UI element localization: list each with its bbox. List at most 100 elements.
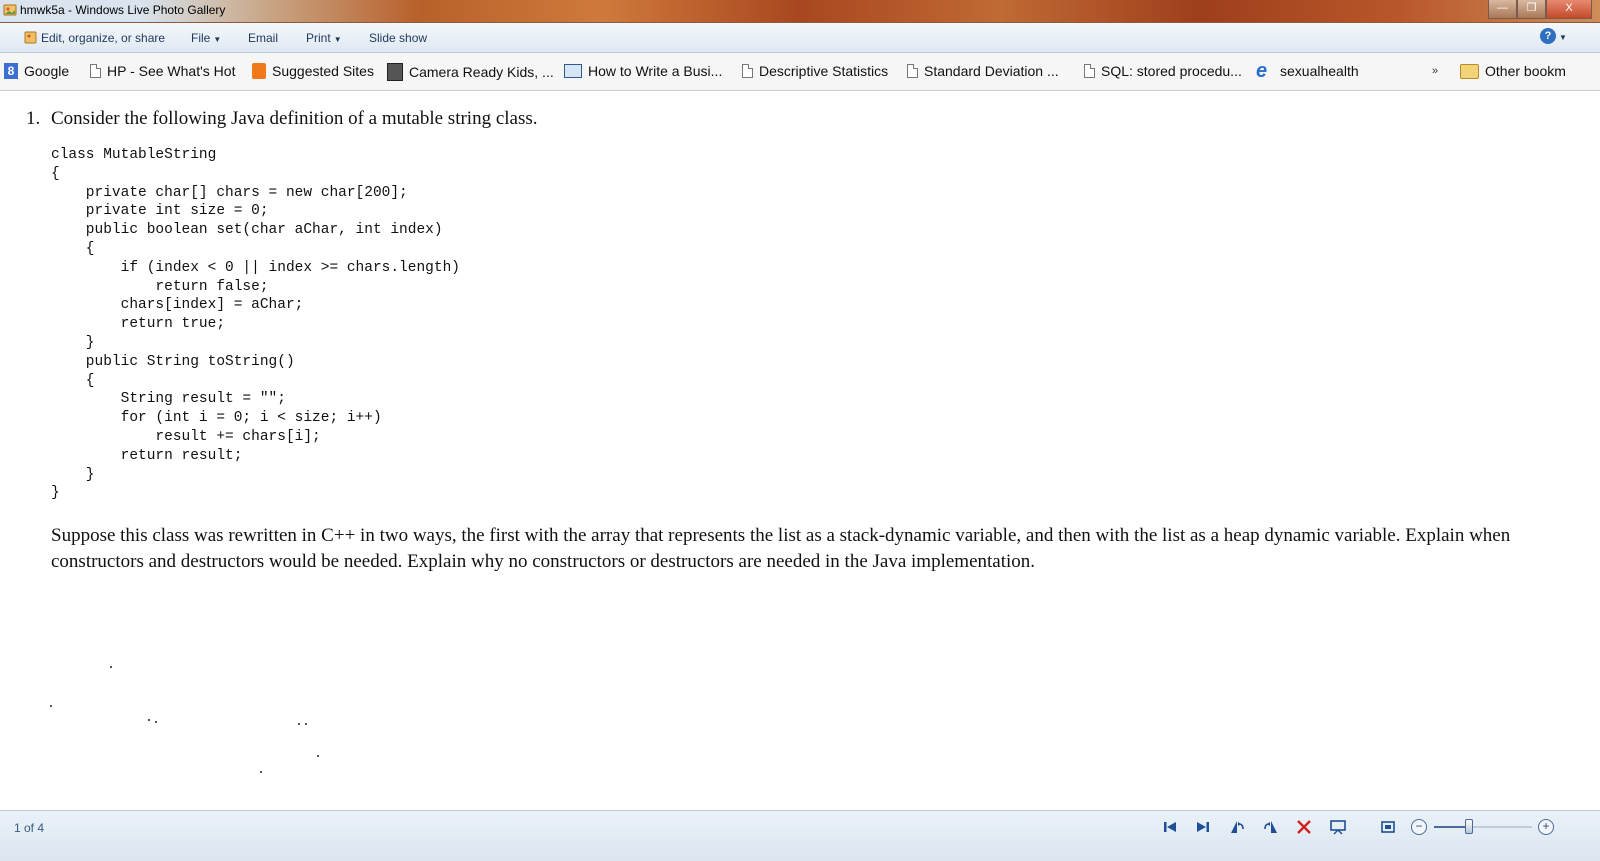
code-line: String result = ""; (51, 391, 286, 408)
question-paragraph: Suppose this class was rewritten in C++ … (51, 523, 1591, 575)
page-icon (742, 64, 753, 78)
command-bar: Edit, organize, or share File ▼ Email Pri… (0, 23, 1600, 53)
bookmark-label: Descriptive Statistics (759, 63, 889, 79)
bookmark-other-bookmarks[interactable]: Other bookm (1460, 63, 1566, 79)
bookmark-label: Standard Deviation ... (924, 63, 1059, 79)
code-line: } (51, 485, 60, 502)
slideshow-button[interactable]: Slide show (369, 31, 427, 45)
help-icon[interactable]: ? (1540, 28, 1556, 44)
rotate-clockwise-icon[interactable] (1262, 818, 1280, 836)
window-controls: — ❐ X (1488, 0, 1592, 19)
gallery-icon (24, 31, 37, 44)
chevron-down-icon[interactable]: ▼ (1559, 33, 1567, 42)
suggested-sites-icon (252, 63, 266, 79)
code-line: if (index < 0 || index >= chars.length) (51, 259, 460, 276)
file-menu[interactable]: File ▼ (191, 31, 221, 45)
next-icon[interactable] (1194, 818, 1212, 836)
bookmark-descriptive-statistics[interactable]: Descriptive Statistics (742, 63, 888, 79)
code-line: public boolean set(char aChar, int index… (51, 222, 443, 239)
page-icon (907, 64, 918, 78)
code-line: { (51, 240, 95, 257)
scan-speck (155, 721, 157, 723)
bookmark-label: Google (24, 63, 70, 79)
scan-speck (305, 723, 307, 725)
chevron-down-icon: ▼ (213, 35, 222, 44)
delete-icon[interactable] (1295, 818, 1313, 836)
page-count: 1 of 4 (14, 821, 45, 835)
page-icon (1084, 64, 1095, 78)
scan-speck (148, 719, 150, 721)
bookmarks-overflow-button[interactable]: » (1432, 65, 1438, 77)
edit-organize-share-label: Edit, organize, or share (41, 31, 166, 45)
close-button[interactable]: X (1546, 0, 1592, 19)
code-block: class MutableString { private char[] char… (51, 146, 460, 503)
bookmark-suggested-sites[interactable]: Suggested Sites (252, 63, 374, 79)
code-line: private int size = 0; (51, 203, 269, 220)
previous-icon[interactable] (1161, 818, 1179, 836)
maximize-button[interactable]: ❐ (1517, 0, 1546, 19)
code-line: { (51, 372, 95, 389)
bookmark-label: sexualhealth (1280, 63, 1359, 79)
bookmark-google[interactable]: 8 Google (4, 63, 69, 79)
zoom-slider[interactable] (1434, 819, 1532, 834)
photo-view: 1. Consider the following Java definitio… (0, 91, 1600, 810)
folder-icon (1460, 63, 1479, 79)
code-line: chars[index] = aChar; (51, 297, 304, 314)
zoom-slider-thumb[interactable] (1465, 819, 1473, 834)
code-line: return result; (51, 447, 243, 464)
bookmark-label: Suggested Sites (272, 63, 374, 79)
paragraph-line: Suppose this class was rewritten in C++ … (51, 525, 1511, 546)
zoom-in-button[interactable]: + (1538, 819, 1554, 835)
question-number: 1. (26, 108, 41, 129)
code-line: class MutableString (51, 147, 217, 163)
code-line: for (int i = 0; i < size; i++) (51, 410, 382, 427)
bookmark-hp[interactable]: HP - See What's Hot (90, 63, 235, 79)
file-menu-label: File (191, 31, 211, 45)
minimize-button[interactable]: — (1488, 0, 1517, 19)
code-line: { (51, 165, 60, 182)
bookmark-label: Camera Ready Kids, ... (409, 64, 554, 80)
code-line: private char[] chars = new char[200]; (51, 184, 408, 201)
question-text: Consider the following Java definition o… (51, 108, 538, 129)
code-line: return false; (51, 278, 269, 295)
actual-size-icon[interactable] (1379, 818, 1397, 836)
camera-icon (387, 63, 403, 81)
print-menu-label: Print (306, 31, 331, 45)
bookmark-sexualhealth[interactable]: e sexualhealth (1256, 60, 1359, 82)
status-bar: 1 of 4 − + (0, 810, 1600, 861)
page-icon (90, 64, 101, 78)
bookmark-label: SQL: stored procedu... (1101, 63, 1242, 79)
title-bar: hmwk5a - Windows Live Photo Gallery — ❐ … (0, 0, 1600, 23)
zoom-slider-fill (1434, 826, 1469, 828)
scan-speck (298, 723, 300, 725)
bookmark-label: HP - See What's Hot (107, 63, 236, 79)
code-line: return true; (51, 316, 226, 333)
code-line: } (51, 334, 95, 351)
email-button[interactable]: Email (248, 31, 278, 45)
bookmark-label: How to Write a Busi... (588, 63, 723, 79)
window-title: hmwk5a - Windows Live Photo Gallery (20, 3, 226, 17)
bookmark-how-to-write[interactable]: How to Write a Busi... (564, 63, 722, 79)
scan-speck (260, 771, 262, 773)
print-menu[interactable]: Print ▼ (306, 31, 342, 45)
scan-speck (110, 666, 112, 668)
monitor-icon (564, 64, 582, 78)
scan-speck (317, 755, 319, 757)
bookmarks-bar: 8 Google HP - See What's Hot Suggested Si… (0, 53, 1600, 91)
photo-gallery-icon (3, 4, 17, 16)
zoom-out-button[interactable]: − (1411, 819, 1427, 835)
edit-organize-share-button[interactable]: Edit, organize, or share (24, 31, 165, 45)
code-line: public String toString() (51, 353, 295, 370)
slideshow-icon[interactable] (1329, 818, 1347, 836)
bookmark-camera-ready-kids[interactable]: Camera Ready Kids, ... (387, 63, 554, 81)
bookmark-sql-stored-procedures[interactable]: SQL: stored procedu... (1084, 63, 1242, 79)
bookmark-standard-deviation[interactable]: Standard Deviation ... (907, 63, 1059, 79)
code-line: result += chars[i]; (51, 428, 321, 445)
scan-speck (50, 705, 52, 707)
paragraph-line: constructors and destructors would be ne… (51, 551, 1036, 572)
rotate-counterclockwise-icon[interactable] (1228, 818, 1246, 836)
code-line: } (51, 466, 95, 483)
ie-icon: e (1256, 60, 1268, 82)
google-icon: 8 (4, 63, 18, 79)
chevron-down-icon: ▼ (333, 35, 342, 44)
